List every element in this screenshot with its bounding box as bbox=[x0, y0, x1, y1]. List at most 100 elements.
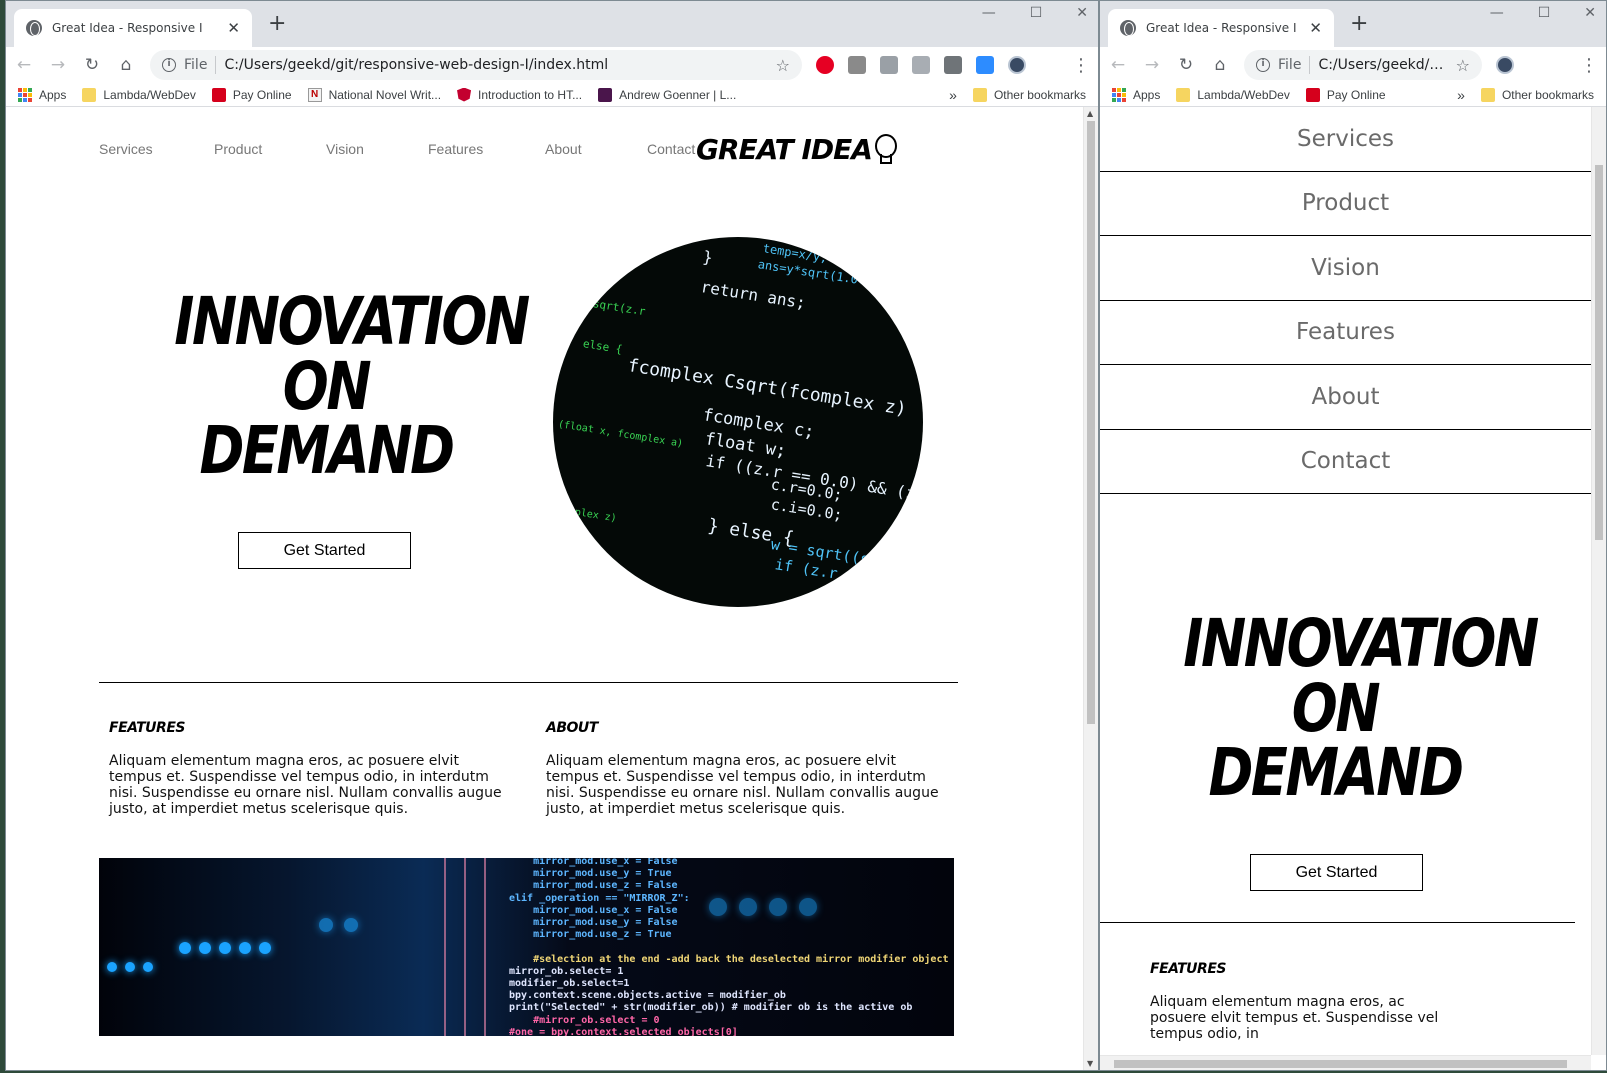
bookmark-pay-online[interactable]: Pay Online bbox=[1305, 87, 1386, 102]
home-icon[interactable]: ⌂ bbox=[116, 55, 136, 75]
scrollbar-thumb[interactable] bbox=[1114, 1060, 1567, 1068]
nav-link-services[interactable]: Services bbox=[1100, 107, 1591, 172]
hero-line: ON bbox=[282, 347, 372, 425]
star-icon[interactable]: ☆ bbox=[776, 56, 790, 75]
site-logo[interactable]: GREAT IDEA bbox=[696, 133, 897, 166]
angular-icon bbox=[457, 87, 472, 102]
folder-icon bbox=[82, 87, 97, 102]
window-close-icon[interactable]: ✕ bbox=[1584, 5, 1596, 21]
help-extension-icon[interactable] bbox=[912, 56, 930, 74]
zoom-extension-icon[interactable] bbox=[976, 56, 994, 74]
scroll-up-arrow-icon[interactable]: ▲ bbox=[1087, 109, 1093, 118]
code-line: elif _operation == "MIRROR_Z": bbox=[509, 892, 690, 904]
nav-link-services[interactable]: Services bbox=[99, 141, 214, 157]
apps-grid-icon bbox=[1112, 87, 1126, 102]
profile-avatar-icon[interactable] bbox=[1496, 56, 1514, 74]
code-line: #one = bpy.context.selected_objects[0] bbox=[509, 1026, 738, 1036]
get-started-button[interactable]: Get Started bbox=[1250, 854, 1423, 891]
bokeh-dot bbox=[199, 942, 211, 954]
shield-extension-icon[interactable] bbox=[880, 56, 898, 74]
bookmark-intro-html[interactable]: Introduction to HT... bbox=[457, 87, 582, 102]
nanowrimo-icon: N bbox=[307, 87, 322, 102]
reload-icon[interactable]: ↻ bbox=[1176, 55, 1196, 75]
info-icon[interactable]: i bbox=[1256, 58, 1270, 72]
get-started-button[interactable]: Get Started bbox=[238, 532, 411, 569]
browser-tab[interactable]: Great Idea - Responsive I ✕ bbox=[1108, 9, 1334, 47]
pinterest-extension-icon[interactable] bbox=[816, 56, 834, 74]
vertical-scrollbar[interactable]: ▲ ▼ bbox=[1083, 107, 1098, 1070]
code-line: bpy.context.scene.objects.active = modif… bbox=[509, 990, 786, 1002]
vertical-scrollbar[interactable] bbox=[1591, 107, 1606, 1055]
close-icon[interactable]: ✕ bbox=[227, 19, 240, 37]
forward-arrow-icon[interactable]: → bbox=[1142, 55, 1162, 75]
bookmark-nanowrimo[interactable]: N National Novel Writ... bbox=[307, 87, 441, 102]
globe-icon bbox=[1120, 20, 1136, 36]
minimize-icon[interactable]: — bbox=[1490, 5, 1504, 21]
slack-icon bbox=[598, 87, 613, 102]
bookmark-andrew-goenner[interactable]: Andrew Goenner | L... bbox=[598, 87, 736, 102]
star-icon[interactable]: ☆ bbox=[1456, 56, 1470, 75]
code-line: else { bbox=[581, 337, 624, 357]
nav-link-features[interactable]: Features bbox=[428, 141, 545, 157]
bookmarks-overflow-button[interactable]: » bbox=[1457, 87, 1465, 103]
minimize-icon[interactable]: — bbox=[982, 5, 996, 21]
url-separator bbox=[1309, 56, 1311, 74]
browser-toolbar: ← → ↻ ⌂ i File C:/Users/geekd/git/respo.… bbox=[1100, 47, 1606, 83]
nav-link-about[interactable]: About bbox=[545, 141, 647, 157]
address-bar[interactable]: i File C:/Users/geekd/git/responsive-web… bbox=[150, 50, 802, 80]
back-arrow-icon[interactable]: ← bbox=[14, 55, 34, 75]
bookmark-lambda-webdev[interactable]: Lambda/WebDev bbox=[1176, 87, 1290, 102]
maximize-icon[interactable]: ☐ bbox=[1030, 5, 1043, 21]
features-heading: Features bbox=[1150, 961, 1226, 977]
window-close-icon[interactable]: ✕ bbox=[1076, 5, 1088, 21]
browser-tab[interactable]: Great Idea - Responsive I ✕ bbox=[14, 9, 252, 47]
bookmark-pay-online[interactable]: Pay Online bbox=[211, 87, 292, 102]
globe-icon bbox=[26, 20, 42, 36]
folder-icon bbox=[1480, 87, 1495, 102]
nav-link-vision[interactable]: Vision bbox=[326, 141, 428, 157]
bookmarks-overflow-button[interactable]: » bbox=[949, 87, 957, 103]
new-tab-button[interactable]: + bbox=[1350, 11, 1368, 36]
profile-avatar-icon[interactable] bbox=[1008, 56, 1026, 74]
menu-icon[interactable]: ⋮ bbox=[1072, 55, 1090, 76]
section-divider bbox=[1100, 922, 1575, 923]
code-line: mirror_ob.select= 1 bbox=[509, 965, 624, 977]
menu-icon[interactable]: ⋮ bbox=[1580, 55, 1598, 76]
nav-link-contact[interactable]: Contact bbox=[1100, 430, 1591, 494]
scroll-down-arrow-icon[interactable]: ▼ bbox=[1087, 1059, 1093, 1068]
address-bar[interactable]: i File C:/Users/geekd/git/respo... ☆ bbox=[1244, 50, 1482, 80]
back-arrow-icon[interactable]: ← bbox=[1108, 55, 1128, 75]
nav-link-about[interactable]: About bbox=[1100, 365, 1591, 430]
tab-title: Great Idea - Responsive I bbox=[1146, 21, 1297, 35]
bookmark-other[interactable]: Other bookmarks bbox=[972, 87, 1086, 102]
nav-link-product[interactable]: Product bbox=[1100, 172, 1591, 236]
rss-extension-icon[interactable] bbox=[848, 56, 866, 74]
code-line: sqrt(z.r bbox=[591, 297, 647, 319]
bookmark-lambda-webdev[interactable]: Lambda/WebDev bbox=[82, 87, 196, 102]
scrollbar-thumb[interactable] bbox=[1087, 121, 1095, 724]
tab-title: Great Idea - Responsive I bbox=[52, 21, 203, 35]
home-icon[interactable]: ⌂ bbox=[1210, 55, 1230, 75]
nav-link-vision[interactable]: Vision bbox=[1100, 236, 1591, 301]
nav-link-features[interactable]: Features bbox=[1100, 301, 1591, 365]
logo-text: GREAT IDEA bbox=[696, 133, 873, 166]
code-line: #mirror_ob.select = 0 bbox=[509, 1014, 660, 1026]
horizontal-scrollbar[interactable] bbox=[1100, 1055, 1591, 1070]
nav-link-contact[interactable]: Contact bbox=[647, 141, 695, 157]
new-tab-button[interactable]: + bbox=[268, 11, 286, 36]
maximize-icon[interactable]: ☐ bbox=[1538, 5, 1551, 21]
bookmark-apps[interactable]: Apps bbox=[1112, 87, 1160, 102]
bookmark-other[interactable]: Other bookmarks bbox=[1480, 87, 1594, 102]
url-text[interactable]: C:/Users/geekd/git/respo... bbox=[1318, 57, 1447, 73]
reload-icon[interactable]: ↻ bbox=[82, 55, 102, 75]
bokeh-dot bbox=[239, 942, 251, 954]
nav-link-product[interactable]: Product bbox=[214, 141, 326, 157]
close-icon[interactable]: ✕ bbox=[1309, 19, 1322, 37]
url-text[interactable]: C:/Users/geekd/git/responsive-web-design… bbox=[224, 57, 767, 73]
info-icon[interactable]: i bbox=[162, 58, 176, 72]
bookmark-apps[interactable]: Apps bbox=[18, 87, 66, 102]
scrollbar-thumb[interactable] bbox=[1595, 165, 1603, 540]
edit-extension-icon[interactable] bbox=[944, 56, 962, 74]
forward-arrow-icon[interactable]: → bbox=[48, 55, 68, 75]
features-text: Aliquam elementum magna eros, ac posuere… bbox=[109, 753, 502, 817]
